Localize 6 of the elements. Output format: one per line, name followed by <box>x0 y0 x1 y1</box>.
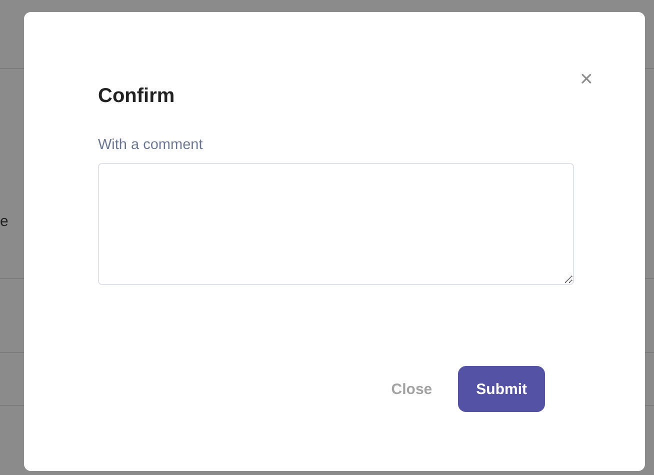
background-text: e <box>0 213 8 230</box>
close-button[interactable]: Close <box>391 380 432 398</box>
dialog-title: Confirm <box>98 85 176 109</box>
submit-button[interactable]: Submit <box>458 366 545 412</box>
field-label: With a comment <box>98 137 204 153</box>
comment-field[interactable] <box>98 163 574 285</box>
